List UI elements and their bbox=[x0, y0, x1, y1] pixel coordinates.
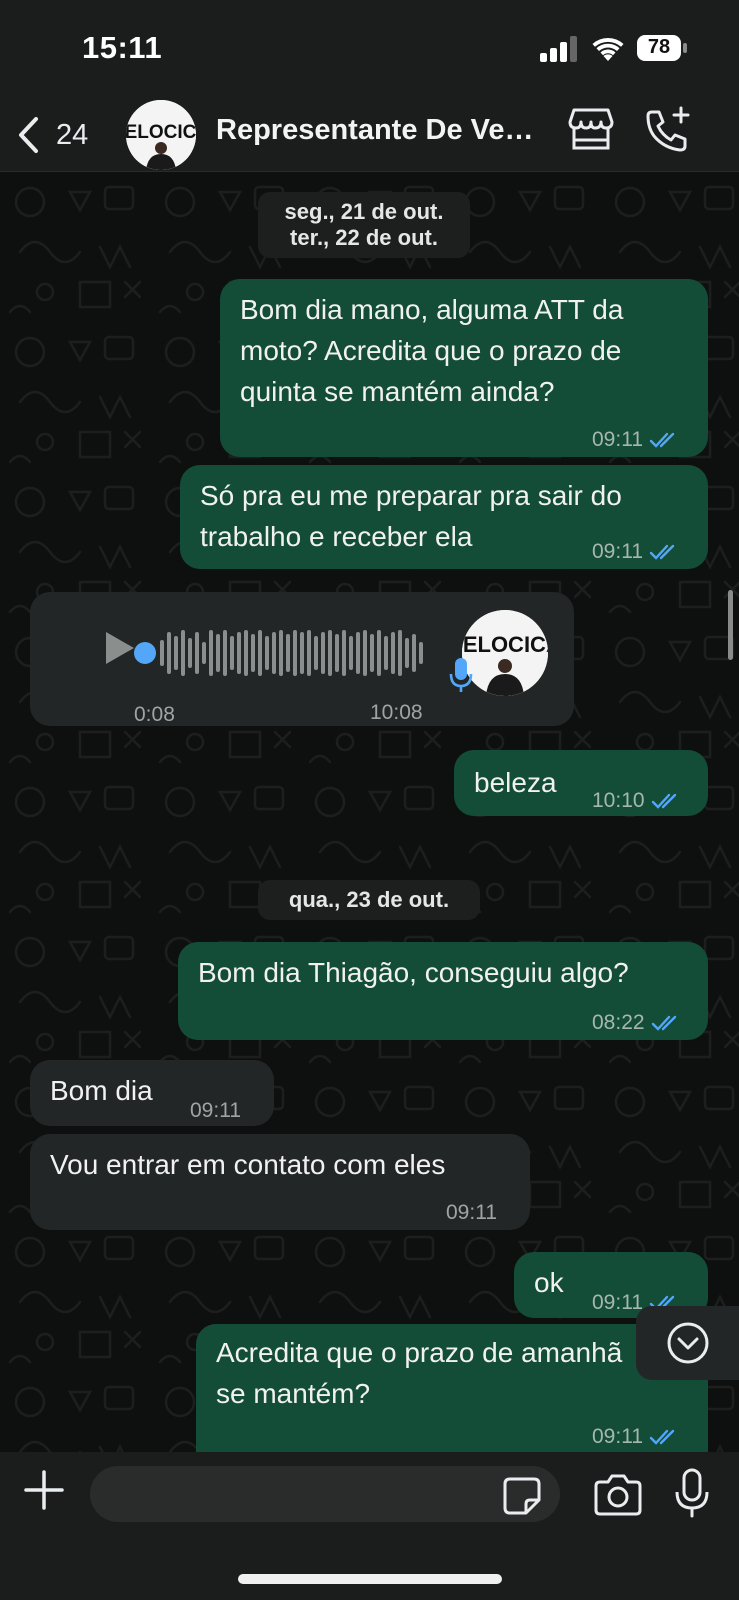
camera-icon[interactable] bbox=[594, 1472, 642, 1516]
playback-position-dot[interactable] bbox=[134, 642, 156, 664]
message-line: Acredita que o prazo de amanhã bbox=[216, 1337, 623, 1368]
back-button[interactable]: 24 bbox=[16, 110, 106, 160]
message-meta: 09:11 bbox=[446, 1192, 497, 1233]
date-divider: seg., 21 de out. ter., 22 de out. bbox=[258, 192, 470, 258]
message-text: beleza bbox=[474, 767, 557, 798]
message-meta: 10:10 bbox=[592, 780, 681, 821]
store-icon[interactable] bbox=[568, 106, 614, 152]
battery-indicator: 78 bbox=[636, 34, 688, 62]
cellular-signal-icon bbox=[540, 36, 577, 62]
message-time: 09:11 bbox=[190, 1099, 241, 1122]
read-ticks-icon bbox=[651, 793, 676, 809]
read-ticks-icon bbox=[649, 432, 675, 448]
contact-avatar[interactable]: VELOCICA bbox=[126, 100, 196, 170]
message-time: 09:11 bbox=[592, 1291, 643, 1314]
message-text: ok bbox=[534, 1267, 564, 1298]
wifi-icon bbox=[592, 37, 624, 61]
avatar-image: VELOCICA bbox=[462, 610, 548, 696]
voice-duration: 0:08 bbox=[134, 703, 175, 726]
message-line: se mantém? bbox=[216, 1378, 371, 1409]
incoming-voice-message[interactable]: 0:08 10:08 VELOCICA bbox=[30, 592, 574, 726]
sticker-icon[interactable] bbox=[502, 1476, 542, 1516]
message-time: 10:08 bbox=[370, 701, 423, 724]
avatar-logo-text: VELOCICA bbox=[462, 632, 548, 657]
audio-waveform[interactable] bbox=[158, 628, 426, 678]
message-text: Bom dia mano, alguma ATT da moto? Acredi… bbox=[240, 289, 623, 412]
message-text: Bom dia bbox=[50, 1075, 153, 1106]
outgoing-message[interactable]: Bom dia mano, alguma ATT da moto? Acredi… bbox=[220, 279, 708, 457]
status-bar: 15:11 78 bbox=[0, 0, 739, 98]
message-time: 09:11 bbox=[446, 1201, 497, 1224]
avatar-logo-text: VELOCICA bbox=[126, 122, 196, 143]
message-meta: 09:11 bbox=[592, 419, 679, 460]
message-input[interactable] bbox=[90, 1466, 560, 1522]
message-meta: 09:11 bbox=[190, 1090, 241, 1131]
scrollbar[interactable] bbox=[728, 590, 733, 660]
add-call-icon[interactable] bbox=[644, 106, 692, 152]
message-time: 08:22 bbox=[592, 1011, 645, 1034]
message-text: Só pra eu me preparar pra sair do trabal… bbox=[200, 475, 622, 557]
contact-name[interactable]: Representante De Vendas - Velocicar bbox=[216, 114, 546, 147]
read-ticks-icon bbox=[649, 1429, 675, 1445]
plus-icon[interactable] bbox=[24, 1470, 64, 1510]
unread-count: 24 bbox=[56, 118, 89, 151]
message-text: Bom dia Thiagão, conseguiu algo? bbox=[198, 957, 629, 988]
voice-sender-avatar: VELOCICA bbox=[462, 610, 548, 696]
date-divider: qua., 23 de out. bbox=[258, 880, 480, 920]
read-ticks-icon bbox=[651, 1015, 676, 1031]
message-time: 09:11 bbox=[592, 1425, 643, 1448]
message-line: moto? Acredita que o prazo de bbox=[240, 335, 622, 366]
message-text: Vou entrar em contato com eles bbox=[50, 1149, 446, 1180]
chevron-left-icon bbox=[19, 117, 38, 153]
message-line: trabalho e receber ela bbox=[200, 521, 473, 552]
microphone-icon bbox=[449, 658, 473, 692]
battery-level: 78 bbox=[647, 36, 671, 58]
message-line: Só pra eu me preparar pra sair do bbox=[200, 480, 622, 511]
outgoing-message[interactable]: beleza 10:10 bbox=[454, 750, 708, 816]
date-label: qua., 23 de out. bbox=[288, 887, 450, 912]
message-meta: 09:11 bbox=[592, 1416, 679, 1452]
chevron-down-circle-icon bbox=[667, 1322, 709, 1364]
message-time: 09:11 bbox=[592, 428, 643, 451]
avatar-image: VELOCICA bbox=[126, 100, 196, 170]
home-indicator[interactable] bbox=[238, 1574, 502, 1584]
message-meta: 08:22 bbox=[592, 1002, 681, 1043]
scroll-to-bottom-button[interactable] bbox=[636, 1306, 739, 1380]
chat-header: 24 VELOCICA Representante De Vendas - Ve… bbox=[0, 98, 739, 172]
outgoing-message[interactable]: Bom dia Thiagão, conseguiu algo? 08:22 bbox=[178, 942, 708, 1040]
read-ticks-icon bbox=[649, 544, 675, 560]
message-line: Bom dia mano, alguma ATT da bbox=[240, 294, 624, 325]
outgoing-message[interactable]: Só pra eu me preparar pra sair do trabal… bbox=[180, 465, 708, 569]
chat-messages[interactable]: seg., 21 de out. ter., 22 de out. Bom di… bbox=[0, 172, 739, 1452]
message-time: 09:11 bbox=[592, 540, 643, 563]
message-composer bbox=[0, 1452, 739, 1600]
message-time: 10:10 bbox=[592, 789, 645, 812]
incoming-message[interactable]: Vou entrar em contato com eles 09:11 bbox=[30, 1134, 530, 1230]
incoming-message[interactable]: Bom dia 09:11 bbox=[30, 1060, 274, 1126]
microphone-icon[interactable] bbox=[674, 1468, 710, 1518]
message-line: quinta se mantém ainda? bbox=[240, 376, 555, 407]
message-meta: 09:11 bbox=[592, 531, 679, 572]
outgoing-message[interactable]: Acredita que o prazo de amanhã se mantém… bbox=[196, 1324, 708, 1452]
message-text: Acredita que o prazo de amanhã se mantém… bbox=[216, 1332, 622, 1414]
date-label: ter., 22 de out. bbox=[290, 225, 438, 250]
status-time: 15:11 bbox=[82, 30, 163, 65]
date-label: seg., 21 de out. bbox=[284, 199, 444, 224]
play-icon[interactable] bbox=[102, 628, 138, 668]
